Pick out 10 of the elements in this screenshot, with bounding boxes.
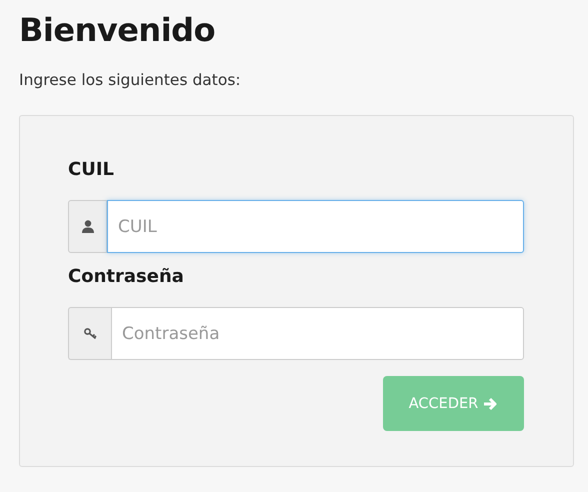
field-label: CUIL <box>68 158 115 182</box>
field-label: Contraseña <box>68 265 185 289</box>
instructions-text: Ingrese los siguientes datos: <box>19 70 242 91</box>
input-field[interactable]: CUIL <box>107 200 524 253</box>
submit-button[interactable]: ACCEDER <box>383 376 524 431</box>
page-title: Bienvenido <box>19 10 216 51</box>
key-icon <box>84 328 96 339</box>
arrow-icon <box>483 396 498 410</box>
user-icon <box>82 220 94 233</box>
input-field[interactable]: Contraseña <box>111 307 524 360</box>
